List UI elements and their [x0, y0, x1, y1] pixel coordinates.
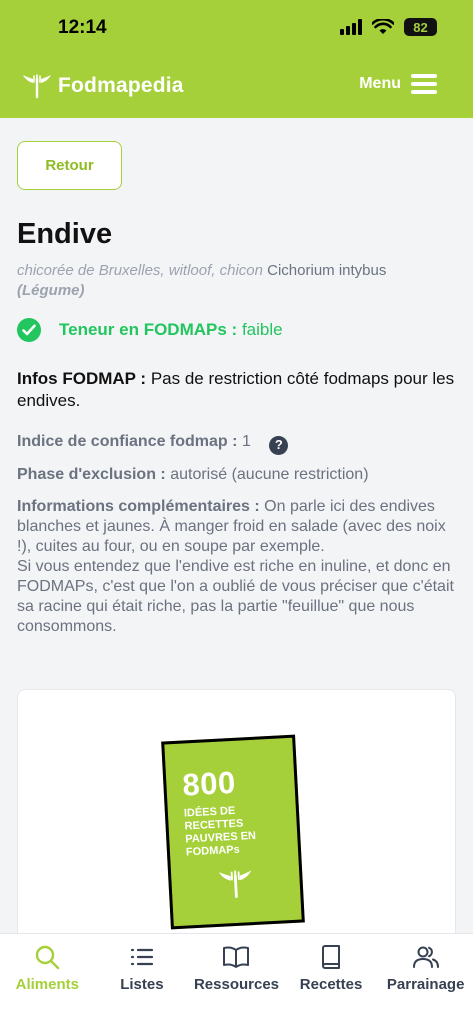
users-icon [412, 946, 439, 968]
fork-wings-logo-icon [187, 866, 284, 901]
food-detail: Retour Endive chicorée de Bruxelles, wit… [0, 118, 473, 933]
fodmap-level-label: Teneur en FODMAPs : [59, 320, 238, 339]
open-book-icon [223, 946, 250, 968]
recipes-book-cover: 800 IDÉES DE RECETTES PAUVRES EN FODMAPs [161, 734, 305, 930]
nav-ressources[interactable]: Ressources [189, 934, 284, 1024]
nav-label: Aliments [15, 976, 79, 993]
exclusion-value: autorisé (aucune restriction) [170, 466, 369, 483]
recipes-promo-card[interactable]: 800 IDÉES DE RECETTES PAUVRES EN FODMAPs [17, 689, 456, 933]
complement-text-2: Si vous entendez que l'endive est riche … [17, 558, 454, 635]
fodmap-level: Teneur en FODMAPs : faible [17, 318, 283, 342]
nav-parrainage[interactable]: Parrainage [378, 934, 473, 1024]
book-number: 800 [181, 764, 237, 803]
fodmap-infos: Infos FODMAP : Pas de restriction côté f… [17, 368, 457, 412]
app-header: Fodmapedia Menu [0, 58, 473, 118]
battery-icon: 82 [404, 18, 437, 36]
bottom-nav: Aliments Listes Ressources Recettes Parr… [0, 933, 473, 1024]
complement-label: Informations complémentaires : [17, 498, 260, 515]
back-button[interactable]: Retour [17, 141, 122, 190]
exclusion-phase: Phase d'exclusion : autorisé (aucune res… [17, 465, 457, 485]
nav-label: Listes [120, 976, 164, 993]
status-bar: 12:14 82 [0, 0, 473, 58]
nav-aliments[interactable]: Aliments [0, 934, 95, 1024]
help-icon[interactable]: ? [269, 435, 289, 455]
fork-wings-logo-icon [23, 74, 51, 99]
search-icon [36, 945, 60, 970]
hamburger-icon [411, 74, 437, 94]
wifi-icon [372, 19, 394, 34]
status-icons: 82 [340, 18, 437, 36]
nav-label: Ressources [193, 976, 280, 993]
nav-label: Parrainage [386, 976, 465, 993]
list-icon [130, 948, 153, 966]
scientific-name: Cichorium intybus [267, 262, 387, 279]
nav-recettes[interactable]: Recettes [284, 934, 379, 1024]
check-circle-icon [17, 318, 41, 342]
status-time: 12:14 [58, 17, 107, 38]
confidence-label: Indice de confiance fodmap : [17, 433, 238, 450]
food-category: (Légume) [17, 282, 85, 299]
book-text: IDÉES DE RECETTES PAUVRES EN FODMAPs [183, 804, 257, 859]
infos-label: Infos FODMAP : [17, 369, 147, 388]
menu-label: Menu [359, 75, 401, 92]
food-synonyms: chicorée de Bruxelles, witloof, chicon C… [17, 261, 457, 301]
cellular-signal-icon [340, 19, 362, 35]
alternate-names: chicorée de Bruxelles, witloof, chicon [17, 262, 263, 279]
additional-info: Informations complémentaires : On parle … [17, 497, 457, 637]
fodmap-level-value: faible [241, 320, 283, 339]
food-title: Endive [17, 218, 113, 250]
book-icon [322, 945, 341, 969]
battery-level: 82 [413, 19, 428, 35]
app-name: Fodmapedia [58, 74, 184, 97]
confidence-index: Indice de confiance fodmap : 1 ? [17, 432, 457, 455]
menu-button[interactable]: Menu [359, 74, 437, 94]
nav-listes[interactable]: Listes [95, 934, 190, 1024]
app-logo[interactable]: Fodmapedia [22, 73, 184, 99]
confidence-value: 1 [241, 433, 251, 450]
exclusion-label: Phase d'exclusion : [17, 466, 166, 483]
nav-label: Recettes [299, 976, 363, 993]
